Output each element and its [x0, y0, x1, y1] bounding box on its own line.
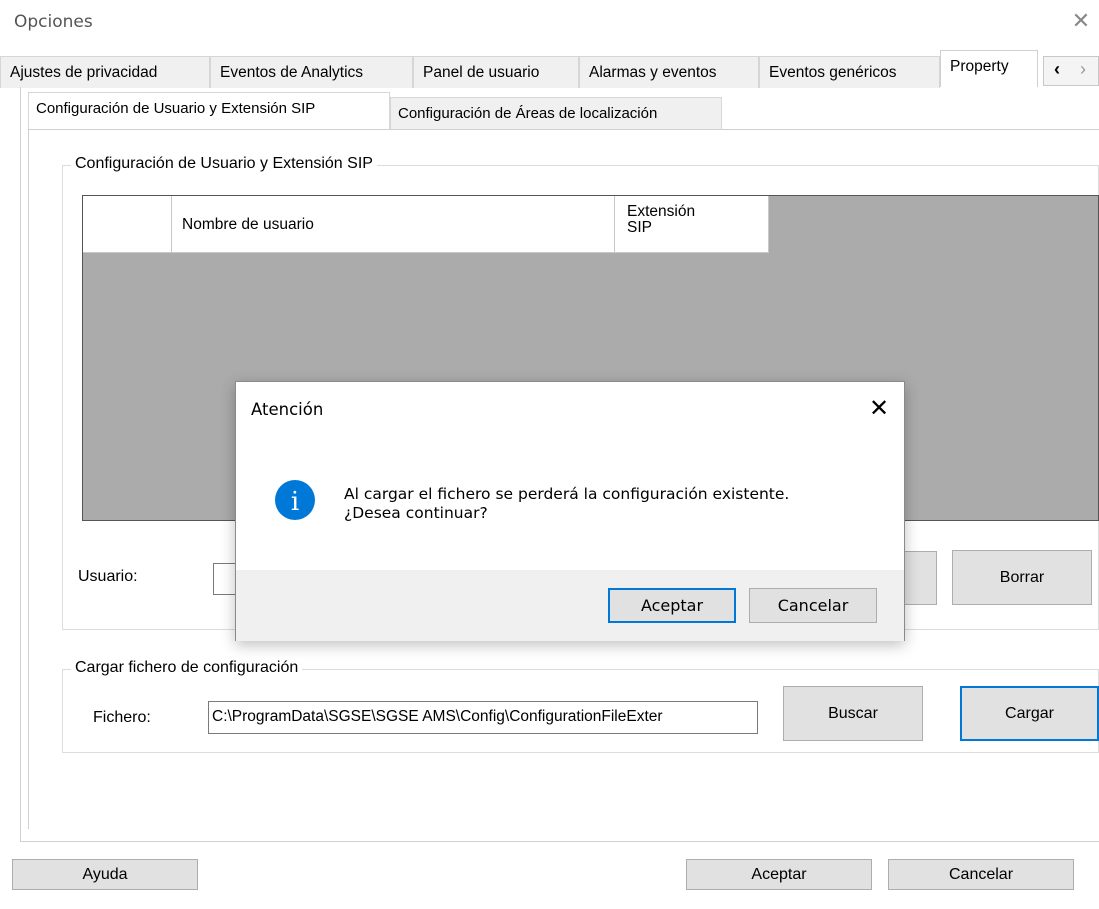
fichero-path-input[interactable]: C:\ProgramData\SGSE\SGSE AMS\Config\Conf… — [208, 701, 758, 734]
dialog-message-line-2: ¿Desea continuar? — [344, 504, 488, 522]
grid-header: Nombre de usuario Extensión SIP — [83, 196, 769, 253]
fichero-label: Fichero: — [93, 709, 151, 726]
attention-dialog: Atención ✕ i Al cargar el fichero se per… — [235, 381, 905, 641]
user-sip-group-title: Configuración de Usuario y Extensión SIP — [71, 155, 377, 173]
tab-scroll-buttons[interactable]: ‹ › — [1043, 56, 1099, 86]
window-title: Opciones — [14, 12, 93, 32]
chevron-left-icon[interactable]: ‹ — [1054, 59, 1060, 80]
subtab-usuario-extension-sip[interactable]: Configuración de Usuario y Extensión SIP — [28, 92, 390, 129]
ayuda-button[interactable]: Ayuda — [12, 859, 198, 890]
load-file-group-title: Cargar fichero de configuración — [71, 659, 303, 677]
column-header-extension-sip[interactable]: Extensión SIP — [615, 196, 769, 253]
tab-panel-de-usuario[interactable]: Panel de usuario — [413, 56, 579, 88]
usuario-label: Usuario: — [78, 568, 138, 585]
grid-row-header-cell — [83, 196, 172, 253]
tab-ajustes-de-privacidad[interactable]: Ajustes de privacidad — [0, 56, 210, 88]
dialog-close-icon[interactable]: ✕ — [864, 394, 894, 424]
borrar-button[interactable]: Borrar — [952, 550, 1092, 605]
dialog-message: Al cargar el fichero se perderá la confi… — [344, 485, 789, 523]
dialog-cancelar-button[interactable]: Cancelar — [749, 588, 877, 623]
tab-property[interactable]: Property — [940, 50, 1038, 87]
aceptar-button[interactable]: Aceptar — [686, 859, 872, 890]
tab-eventos-de-analytics[interactable]: Eventos de Analytics — [210, 56, 413, 88]
column-header-nombre-de-usuario[interactable]: Nombre de usuario — [172, 196, 615, 253]
tab-eventos-genericos[interactable]: Eventos genéricos — [759, 56, 940, 88]
dialog-footer: Aceptar Cancelar — [236, 570, 904, 641]
subtab-areas-de-localizacion[interactable]: Configuración de Áreas de localización — [390, 97, 722, 129]
buscar-button[interactable]: Buscar — [783, 686, 923, 741]
info-icon-letter: i — [291, 487, 299, 517]
info-icon: i — [274, 479, 316, 521]
window-close-icon[interactable]: ✕ — [1066, 8, 1096, 38]
dialog-message-line-1: Al cargar el fichero se perderá la confi… — [344, 485, 790, 503]
cargar-button[interactable]: Cargar — [960, 686, 1099, 741]
dialog-aceptar-button[interactable]: Aceptar — [608, 588, 736, 623]
cancelar-button[interactable]: Cancelar — [888, 859, 1074, 890]
chevron-right-icon[interactable]: › — [1080, 59, 1086, 80]
tab-alarmas-y-eventos[interactable]: Alarmas y eventos — [579, 56, 759, 88]
dialog-title: Atención — [251, 400, 324, 419]
